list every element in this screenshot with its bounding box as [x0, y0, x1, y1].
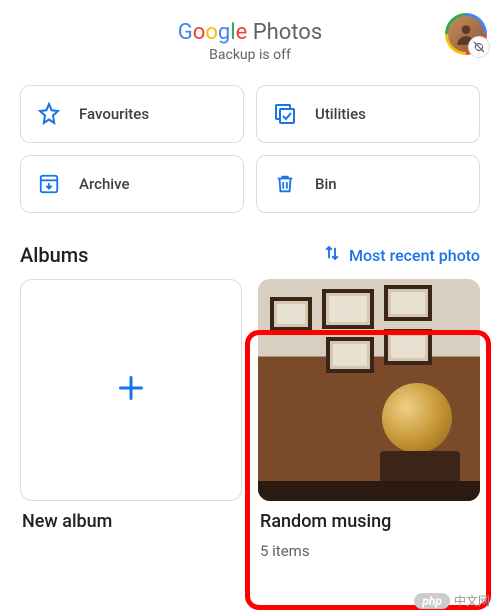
album-subtitle: 5 items — [258, 542, 480, 560]
albums-title: Albums — [20, 243, 88, 267]
archive-label: Archive — [79, 175, 129, 193]
archive-icon — [37, 172, 61, 196]
sort-button[interactable]: Most recent photo — [323, 244, 480, 266]
app-logo: Google Photos — [0, 20, 500, 45]
archive-tile[interactable]: Archive — [20, 155, 244, 213]
bin-tile[interactable]: Bin — [256, 155, 480, 213]
watermark-text: 中文网 — [454, 592, 490, 609]
sort-icon — [323, 244, 341, 266]
new-album-card[interactable]: New album — [20, 279, 242, 560]
albums-header: Albums Most recent photo — [0, 223, 500, 279]
watermark-badge: php — [414, 593, 450, 609]
trash-icon — [273, 172, 297, 196]
albums-grid: New album Random musing 5 items — [0, 279, 500, 560]
backup-status: Backup is off — [0, 47, 500, 63]
sort-label: Most recent photo — [349, 246, 480, 265]
library-tiles: Favourites Utilities Archive Bin — [0, 75, 500, 223]
watermark: php 中文网 — [414, 592, 490, 609]
album-title: Random musing — [258, 511, 480, 532]
app-header: Google Photos Backup is off — [0, 0, 500, 75]
new-album-label: New album — [20, 511, 242, 532]
utilities-tile[interactable]: Utilities — [256, 85, 480, 143]
album-card[interactable]: Random musing 5 items — [258, 279, 480, 560]
favourites-tile[interactable]: Favourites — [20, 85, 244, 143]
favourites-label: Favourites — [79, 105, 149, 123]
bin-label: Bin — [315, 175, 337, 193]
plus-icon — [113, 370, 149, 410]
utilities-icon — [273, 102, 297, 126]
utilities-label: Utilities — [315, 105, 366, 123]
profile-avatar[interactable] — [446, 14, 486, 54]
star-icon — [37, 102, 61, 126]
sync-off-badge-icon — [468, 36, 490, 58]
album-thumbnail — [258, 279, 480, 501]
